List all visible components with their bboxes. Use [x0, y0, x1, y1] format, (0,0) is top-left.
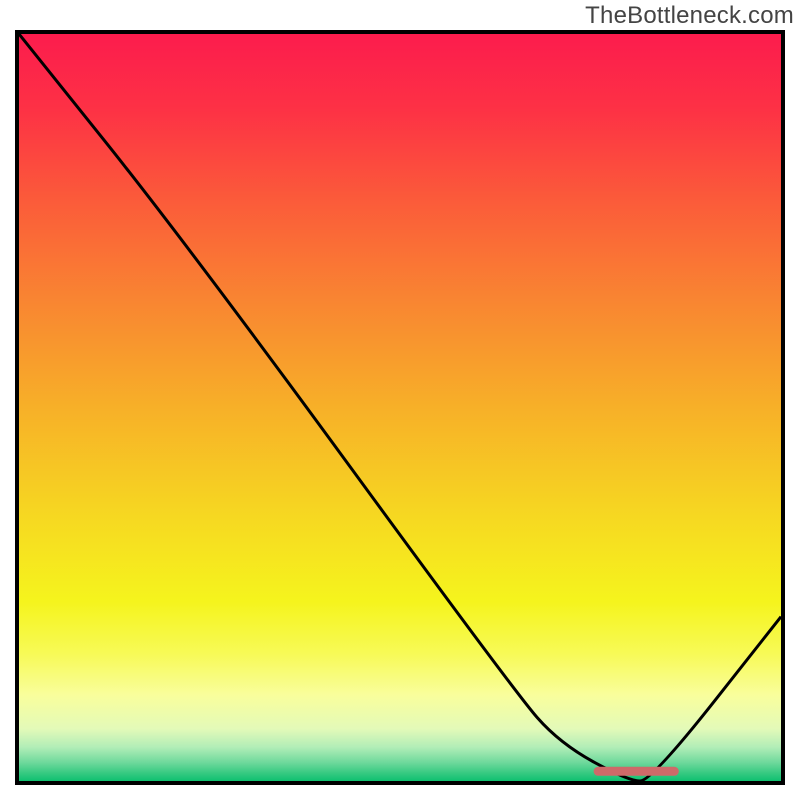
chart-svg [19, 34, 781, 781]
watermark-text: TheBottleneck.com [585, 2, 794, 30]
plot-area [15, 30, 785, 785]
gradient-background [19, 34, 781, 781]
chart-frame: TheBottleneck.com [0, 0, 800, 800]
